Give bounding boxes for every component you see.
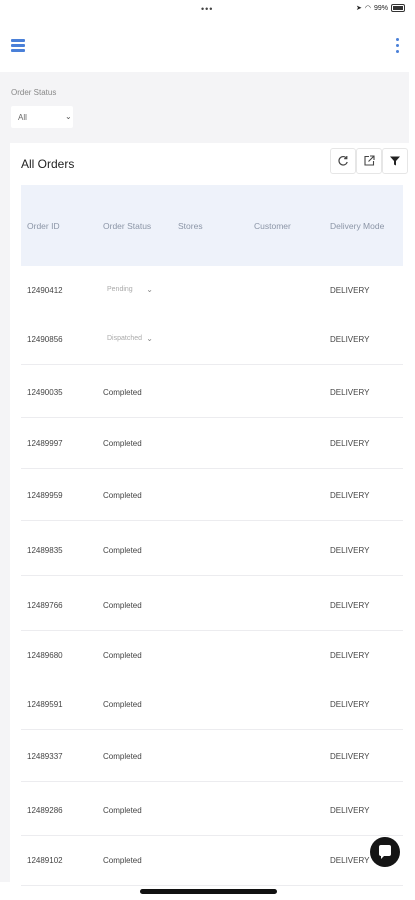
- refresh-button[interactable]: [330, 148, 356, 174]
- order-status-cell: Completed: [103, 752, 142, 761]
- location-icon: ➤: [356, 5, 362, 12]
- order-status-cell: Completed: [103, 700, 142, 709]
- chat-button[interactable]: [370, 837, 400, 867]
- column-header-order-status: Order Status: [103, 221, 152, 231]
- order-status-cell: Completed: [103, 856, 142, 865]
- battery-icon: [391, 4, 405, 12]
- table-row[interactable]: 12489591 Completed DELIVERY: [21, 680, 403, 730]
- order-id-cell: 12489766: [27, 601, 63, 610]
- delivery-mode-cell: DELIVERY: [330, 335, 370, 344]
- delivery-mode-cell: DELIVERY: [330, 856, 370, 865]
- column-header-stores: Stores: [178, 221, 203, 231]
- table-row[interactable]: 12489102 Completed DELIVERY: [21, 836, 403, 886]
- order-id-cell: 12489102: [27, 856, 63, 865]
- delivery-mode-cell: DELIVERY: [330, 700, 370, 709]
- table-row[interactable]: 12489835 Completed DELIVERY: [21, 526, 403, 576]
- order-status-value: Dispatched: [107, 335, 143, 342]
- order-status-cell: Completed: [103, 546, 142, 555]
- export-icon: [364, 155, 375, 166]
- chevron-down-icon: ⌄: [146, 334, 153, 343]
- order-id-cell: 12490856: [27, 335, 63, 344]
- order-status-cell: Completed: [103, 601, 142, 610]
- filter-button[interactable]: [382, 148, 408, 174]
- order-id-cell: 12489959: [27, 491, 63, 500]
- wifi-icon: ◠: [364, 5, 371, 12]
- order-status-cell: Completed: [103, 439, 142, 448]
- table-row[interactable]: 12489959 Completed DELIVERY: [21, 471, 403, 521]
- order-id-cell: 12490035: [27, 388, 63, 397]
- delivery-mode-cell: DELIVERY: [330, 601, 370, 610]
- order-id-cell: 12489997: [27, 439, 63, 448]
- order-status-filter-value: All: [18, 113, 27, 122]
- delivery-mode-cell: DELIVERY: [330, 491, 370, 500]
- hamburger-icon[interactable]: [11, 39, 25, 53]
- orders-card: All Orders Order ID Order Status Stores …: [10, 143, 409, 888]
- delivery-mode-cell: DELIVERY: [330, 388, 370, 397]
- table-header: Order ID Order Status Stores Customer De…: [21, 185, 403, 266]
- order-id-cell: 12489680: [27, 651, 63, 660]
- order-status-value: Pending: [107, 286, 133, 293]
- refresh-icon: [338, 156, 348, 166]
- status-bar: ••• ➤ ◠ 99%: [0, 0, 415, 20]
- order-status-cell: Completed: [103, 651, 142, 660]
- order-id-cell: 12490412: [27, 286, 63, 295]
- more-vertical-icon[interactable]: [394, 38, 400, 54]
- battery-percent: 99%: [373, 4, 388, 12]
- export-button[interactable]: [356, 148, 382, 174]
- filter-icon: [390, 156, 400, 166]
- column-header-customer: Customer: [254, 221, 291, 231]
- delivery-mode-cell: DELIVERY: [330, 752, 370, 761]
- order-id-cell: 12489337: [27, 752, 63, 761]
- order-status-cell: Completed: [103, 388, 142, 397]
- order-status-cell: Completed: [103, 491, 142, 500]
- table-row[interactable]: 12489286 Completed DELIVERY: [21, 786, 403, 836]
- order-id-cell: 12489286: [27, 806, 63, 815]
- delivery-mode-cell: DELIVERY: [330, 546, 370, 555]
- order-id-cell: 12489835: [27, 546, 63, 555]
- order-status-filter-select[interactable]: All ⌄: [11, 106, 73, 128]
- order-status-dropdown[interactable]: Dispatched ⌄: [101, 329, 157, 351]
- multitask-dots-icon: •••: [201, 4, 214, 14]
- column-header-order-id: Order ID: [27, 221, 60, 231]
- column-header-delivery-mode: Delivery Mode: [330, 221, 385, 231]
- table-row[interactable]: 12489337 Completed DELIVERY: [21, 732, 403, 782]
- order-id-cell: 12489591: [27, 700, 63, 709]
- app-bar: [0, 20, 415, 70]
- delivery-mode-cell: DELIVERY: [330, 439, 370, 448]
- table-row[interactable]: 12490412 Pending ⌄ DELIVERY: [21, 266, 403, 316]
- delivery-mode-cell: DELIVERY: [330, 651, 370, 660]
- delivery-mode-cell: DELIVERY: [330, 286, 370, 295]
- table-row[interactable]: 12489997 Completed DELIVERY: [21, 419, 403, 469]
- order-status-dropdown[interactable]: Pending ⌄: [101, 280, 157, 302]
- table-row[interactable]: 12490856 Dispatched ⌄ DELIVERY: [21, 315, 403, 365]
- table-row[interactable]: 12489680 Completed DELIVERY: [21, 631, 403, 681]
- card-title: All Orders: [21, 157, 75, 171]
- status-indicators: ➤ ◠ 99%: [356, 4, 405, 12]
- home-indicator: [140, 889, 277, 894]
- table-row[interactable]: 12490035 Completed DELIVERY: [21, 368, 403, 418]
- delivery-mode-cell: DELIVERY: [330, 806, 370, 815]
- order-status-filter-label: Order Status: [11, 88, 57, 97]
- chat-icon: [379, 845, 391, 859]
- table-row[interactable]: 12489766 Completed DELIVERY: [21, 581, 403, 631]
- order-status-cell: Completed: [103, 806, 142, 815]
- chevron-down-icon: ⌄: [146, 285, 153, 294]
- chevron-down-icon: ⌄: [65, 112, 72, 121]
